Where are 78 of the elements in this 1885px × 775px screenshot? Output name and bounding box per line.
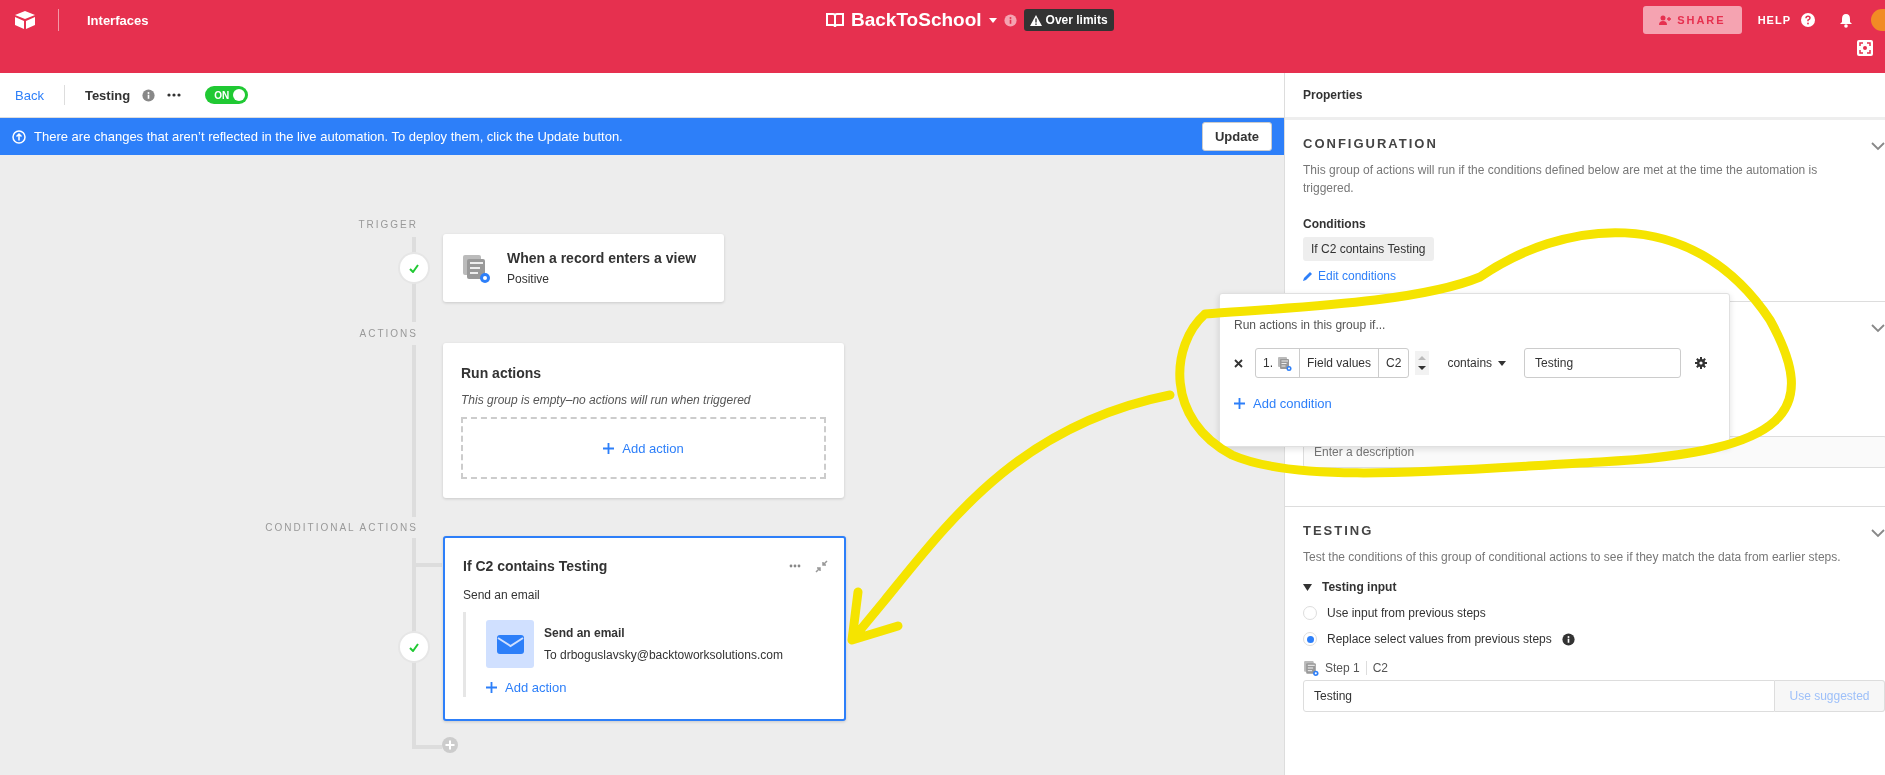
focus-icon[interactable] — [1857, 40, 1873, 56]
logo-icon[interactable] — [14, 11, 36, 29]
step-label: Step 1 — [1325, 661, 1360, 675]
option-label[interactable]: Replace select values from previous steps — [1327, 632, 1552, 646]
add-condition-button[interactable]: Add condition — [1234, 396, 1332, 411]
card-title: When a record enters a view — [507, 250, 697, 266]
caret-icon — [1303, 583, 1312, 591]
card-subtitle: Send an email — [463, 588, 541, 602]
section-heading[interactable]: TESTING — [1303, 523, 1867, 538]
pencil-icon — [1303, 271, 1313, 281]
banner-message: There are changes that aren’t reflected in the live automation. To deploy them, click the Update button. — [34, 129, 623, 144]
collapse-icon[interactable] — [815, 559, 828, 573]
envelope-icon — [486, 620, 534, 668]
edit-conditions-link[interactable]: Edit conditions — [1303, 269, 1397, 283]
chevron-down-icon[interactable] — [1871, 142, 1885, 151]
option-label[interactable]: Use input from previous steps — [1327, 606, 1486, 620]
action-group-card[interactable]: Run actions This group is empty–no actions will run when triggered Add action — [443, 343, 844, 498]
update-button[interactable]: Update — [1201, 122, 1272, 151]
plus-icon — [486, 682, 497, 693]
automation-title[interactable]: Testing — [84, 87, 131, 103]
field-label: C2 — [1386, 356, 1402, 370]
action-recipient: To drboguslavsky@backtoworksolutions.com — [544, 648, 783, 662]
source-label: Field values — [1307, 356, 1372, 370]
chevron-down-icon[interactable] — [1871, 529, 1885, 538]
card-title: Run actions — [461, 365, 543, 381]
help-icon[interactable] — [1801, 13, 1815, 27]
condition-value-field[interactable]: Testing — [1524, 348, 1682, 378]
section-title[interactable]: Interfaces — [87, 12, 149, 28]
book-icon — [826, 12, 844, 28]
testing-input-toggle[interactable]: Testing input — [1303, 580, 1397, 594]
step-index: 1. — [1263, 356, 1273, 370]
warning-icon — [1029, 14, 1042, 26]
section-heading[interactable]: CONFIGURATION — [1303, 136, 1867, 151]
upload-icon — [12, 129, 26, 144]
check-icon — [400, 633, 428, 661]
section-description: Test the conditions of this group of conditional actions to see if they match the data from earlier steps. — [1303, 549, 1842, 566]
help-link[interactable]: HELP — [1757, 14, 1791, 26]
section-description: This group of actions will run if the conditions defined below are met at the time the automation is triggered. — [1303, 162, 1819, 197]
plus-icon — [603, 442, 615, 454]
section-label: TRIGGER — [358, 219, 418, 230]
conditions-label: Conditions — [1303, 217, 1367, 231]
record-view-icon — [461, 253, 491, 283]
close-icon[interactable] — [1234, 358, 1243, 368]
add-action-button[interactable]: Add action — [486, 680, 828, 695]
record-view-icon — [1277, 355, 1292, 371]
base-name[interactable]: BackToSchool — [851, 9, 982, 31]
test-value-field[interactable]: Testing — [1303, 680, 1775, 712]
user-plus-icon — [1659, 15, 1672, 25]
condition-summary: If C2 contains Testing — [1303, 237, 1434, 261]
panel-title: Properties — [1303, 88, 1363, 102]
condition-card[interactable]: If C2 contains Testing Send an email Send an email To drboguslavsky@backtoworksolutions.com Add action — [443, 536, 846, 721]
empty-note: This group is empty–no actions will run when triggered — [461, 393, 752, 407]
operator-dropdown[interactable]: contains — [1441, 355, 1513, 371]
more-icon[interactable] — [167, 93, 182, 97]
info-icon — [1561, 632, 1575, 646]
card-title: If C2 contains Testing — [463, 558, 608, 574]
plus-icon — [1234, 398, 1245, 409]
action-title: Send an email — [544, 626, 626, 640]
caret-icon — [1498, 360, 1507, 366]
add-action-button[interactable]: Add action — [603, 440, 684, 456]
field-selector[interactable]: 1. Field values C2 — [1255, 348, 1410, 378]
card-subtitle: Positive — [507, 272, 551, 286]
back-link[interactable]: Back — [15, 87, 44, 103]
info-icon[interactable] — [1003, 13, 1017, 27]
caret-icon[interactable] — [988, 17, 997, 23]
check-icon — [400, 254, 428, 282]
stepper-icon[interactable] — [1415, 351, 1430, 375]
trigger-card[interactable]: When a record enters a view Positive — [443, 234, 724, 302]
info-icon — [142, 88, 156, 102]
section-label: ACTIONS — [359, 328, 418, 339]
section-label: CONDITIONAL ACTIONS — [265, 522, 418, 533]
bell-icon[interactable] — [1839, 12, 1853, 28]
over-limits-badge[interactable]: Over limits — [1023, 9, 1114, 31]
popover-title: Run actions in this group if... — [1234, 318, 1387, 332]
chevron-down-icon[interactable] — [1871, 324, 1885, 333]
field-label: C2 — [1372, 661, 1389, 675]
record-view-icon — [1303, 660, 1319, 676]
settings-icon[interactable] — [1695, 357, 1708, 369]
